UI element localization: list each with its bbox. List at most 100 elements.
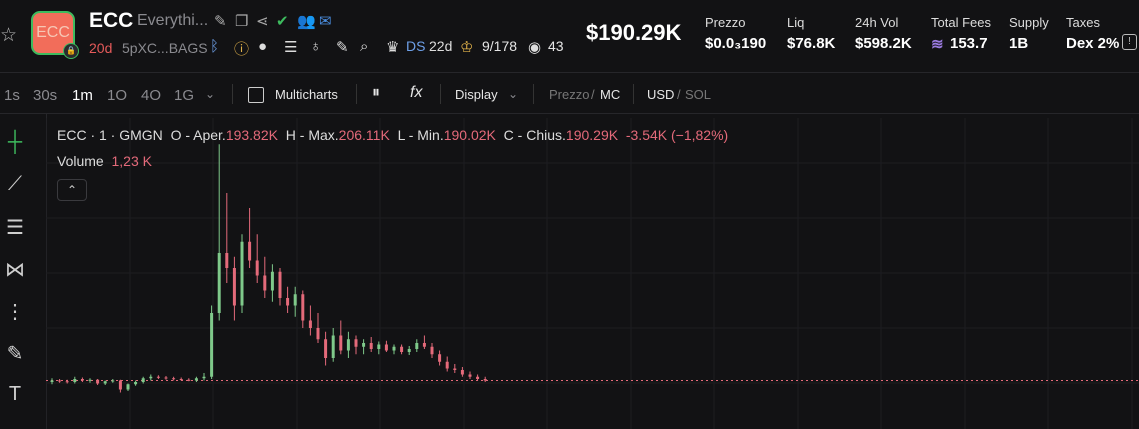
stat-value-supply: 1B — [1009, 35, 1029, 52]
candle-body — [392, 346, 396, 351]
candle-body — [400, 346, 404, 352]
stat-value-vol: $598.2K — [855, 35, 912, 52]
toolbar-divider — [356, 84, 357, 104]
bag-icon[interactable]: ♁ — [310, 38, 321, 55]
candle-body — [73, 379, 77, 382]
candle-body — [141, 378, 145, 382]
stat-label-taxes: Taxes — [1066, 15, 1100, 30]
candle-body — [445, 361, 449, 369]
sol-toggle[interactable]: SOL — [685, 87, 711, 102]
stat-label-liq: Liq — [787, 15, 805, 30]
candle-body — [369, 343, 373, 349]
toolbar-divider — [533, 84, 534, 104]
toolbar-border — [0, 113, 1139, 114]
brush-tool-icon[interactable]: ✎ — [2, 341, 28, 367]
candle-body — [438, 354, 442, 362]
usd-toggle[interactable]: USD — [647, 87, 674, 102]
timeframe-1m[interactable]: 1m — [72, 87, 93, 104]
token-address[interactable]: 5pXC...BAGS — [122, 40, 208, 56]
candle-body — [232, 268, 236, 306]
candle-body — [407, 349, 411, 352]
candle-body — [248, 241, 252, 261]
timeframe-1s[interactable]: 1s — [4, 87, 20, 104]
holders-group-icon[interactable]: ᛒ — [210, 38, 219, 55]
candle-body — [354, 339, 358, 347]
stat-label-fees: Total Fees — [931, 15, 991, 30]
candle-body — [80, 379, 84, 381]
legend-change: -3.54K (−1,82%) — [625, 127, 729, 143]
toolbar-divider — [232, 84, 233, 104]
token-logo: ECC 🔒 — [31, 11, 79, 59]
display-menu[interactable]: Display — [455, 87, 498, 102]
candle-body — [96, 379, 100, 384]
stat-label-supply: Supply — [1009, 15, 1049, 30]
multicharts-label[interactable]: Multicharts — [275, 87, 338, 102]
copy-icon[interactable]: ❐ — [235, 12, 248, 30]
mc-toggle[interactable]: MC — [600, 87, 620, 102]
candle-body — [240, 241, 244, 306]
legend-close-value: 190.29K — [565, 127, 619, 143]
trend-line-tool-icon[interactable]: ⟋ — [2, 173, 28, 199]
timeframe-30s[interactable]: 30s — [33, 87, 57, 104]
candle-body — [179, 379, 183, 380]
crown-icon: ♔ — [460, 39, 474, 56]
legend-open-value: 193.82K — [225, 127, 278, 143]
legend-high-value: 206.11K — [338, 127, 390, 143]
candle-body — [422, 343, 426, 347]
candle-body — [453, 368, 457, 370]
favorite-star-icon[interactable]: ☆ — [0, 24, 17, 47]
multicharts-checkbox[interactable] — [248, 87, 264, 103]
chevron-down-icon[interactable]: ⌄ — [205, 87, 215, 101]
candle-body — [172, 378, 176, 380]
candle-body — [88, 379, 92, 381]
price-toggle[interactable]: Prezzo — [549, 87, 589, 102]
horizontal-lines-tool-icon[interactable]: ☰ — [2, 215, 28, 241]
search-icon[interactable]: ⌕ — [360, 38, 368, 55]
candle-body — [270, 271, 274, 291]
candles-icon[interactable]: ⏸ — [372, 84, 380, 102]
community-icon[interactable]: 👥 — [297, 12, 316, 30]
candle-body — [278, 271, 282, 298]
ds-age: 22d — [429, 38, 453, 54]
legend-low-value: 190.02K — [443, 127, 496, 143]
collapse-legend-button[interactable]: ⌃ — [57, 179, 87, 201]
candle-body — [362, 343, 366, 347]
list-icon[interactable]: ☰ — [284, 38, 297, 56]
stat-value-price: $0.0₃190 — [705, 35, 767, 52]
text-tool-icon[interactable]: T — [2, 383, 28, 409]
chart-legend: ECC · 1 · GMGN O - Aper.193.82K H - Max.… — [57, 127, 728, 143]
eye-icon: ◉ — [528, 39, 542, 56]
holders-count: 9/178 — [482, 38, 518, 54]
candle-body — [483, 379, 487, 381]
slash-separator: / — [677, 87, 681, 102]
chat-icon[interactable]: ✉ — [319, 12, 332, 30]
candle-body — [346, 339, 350, 351]
fib-tool-icon[interactable]: ⋮ — [2, 299, 28, 325]
candle-body — [255, 260, 259, 276]
volume-value: 1,23 K — [111, 153, 152, 169]
candle-body — [460, 370, 464, 375]
info-icon[interactable]: ! — [1122, 34, 1137, 50]
pattern-tool-icon[interactable]: ⋈ — [2, 257, 28, 283]
chef-icon[interactable]: ♛ — [386, 38, 399, 56]
timeframe-1h[interactable]: 1O — [107, 87, 127, 104]
timeframe-1d[interactable]: 1G — [174, 87, 194, 104]
price-chart[interactable] — [46, 118, 1139, 429]
post-icon[interactable]: ✎ — [336, 38, 349, 56]
share-icon[interactable]: ⋖ — [256, 12, 269, 30]
ds-label[interactable]: DS — [406, 38, 425, 54]
legend-open-label: O - Aper. — [170, 127, 226, 143]
timeframe-4h[interactable]: 4O — [141, 87, 161, 104]
edit-icon[interactable]: ✎ — [214, 12, 227, 30]
legend-close-label: C - Chius. — [503, 127, 566, 143]
views-count: 43 — [548, 38, 564, 54]
github-icon[interactable]: ● — [258, 38, 267, 55]
candle-body — [111, 380, 115, 382]
warning-icon[interactable]: ⓘ — [234, 38, 249, 59]
chevron-down-icon[interactable]: ⌄ — [508, 87, 518, 101]
candle-body — [156, 376, 160, 378]
crosshair-tool-icon[interactable]: ┼ — [2, 131, 28, 157]
candle-body — [134, 382, 138, 385]
indicators-icon[interactable]: fx — [410, 84, 422, 102]
candle-body — [103, 381, 107, 384]
